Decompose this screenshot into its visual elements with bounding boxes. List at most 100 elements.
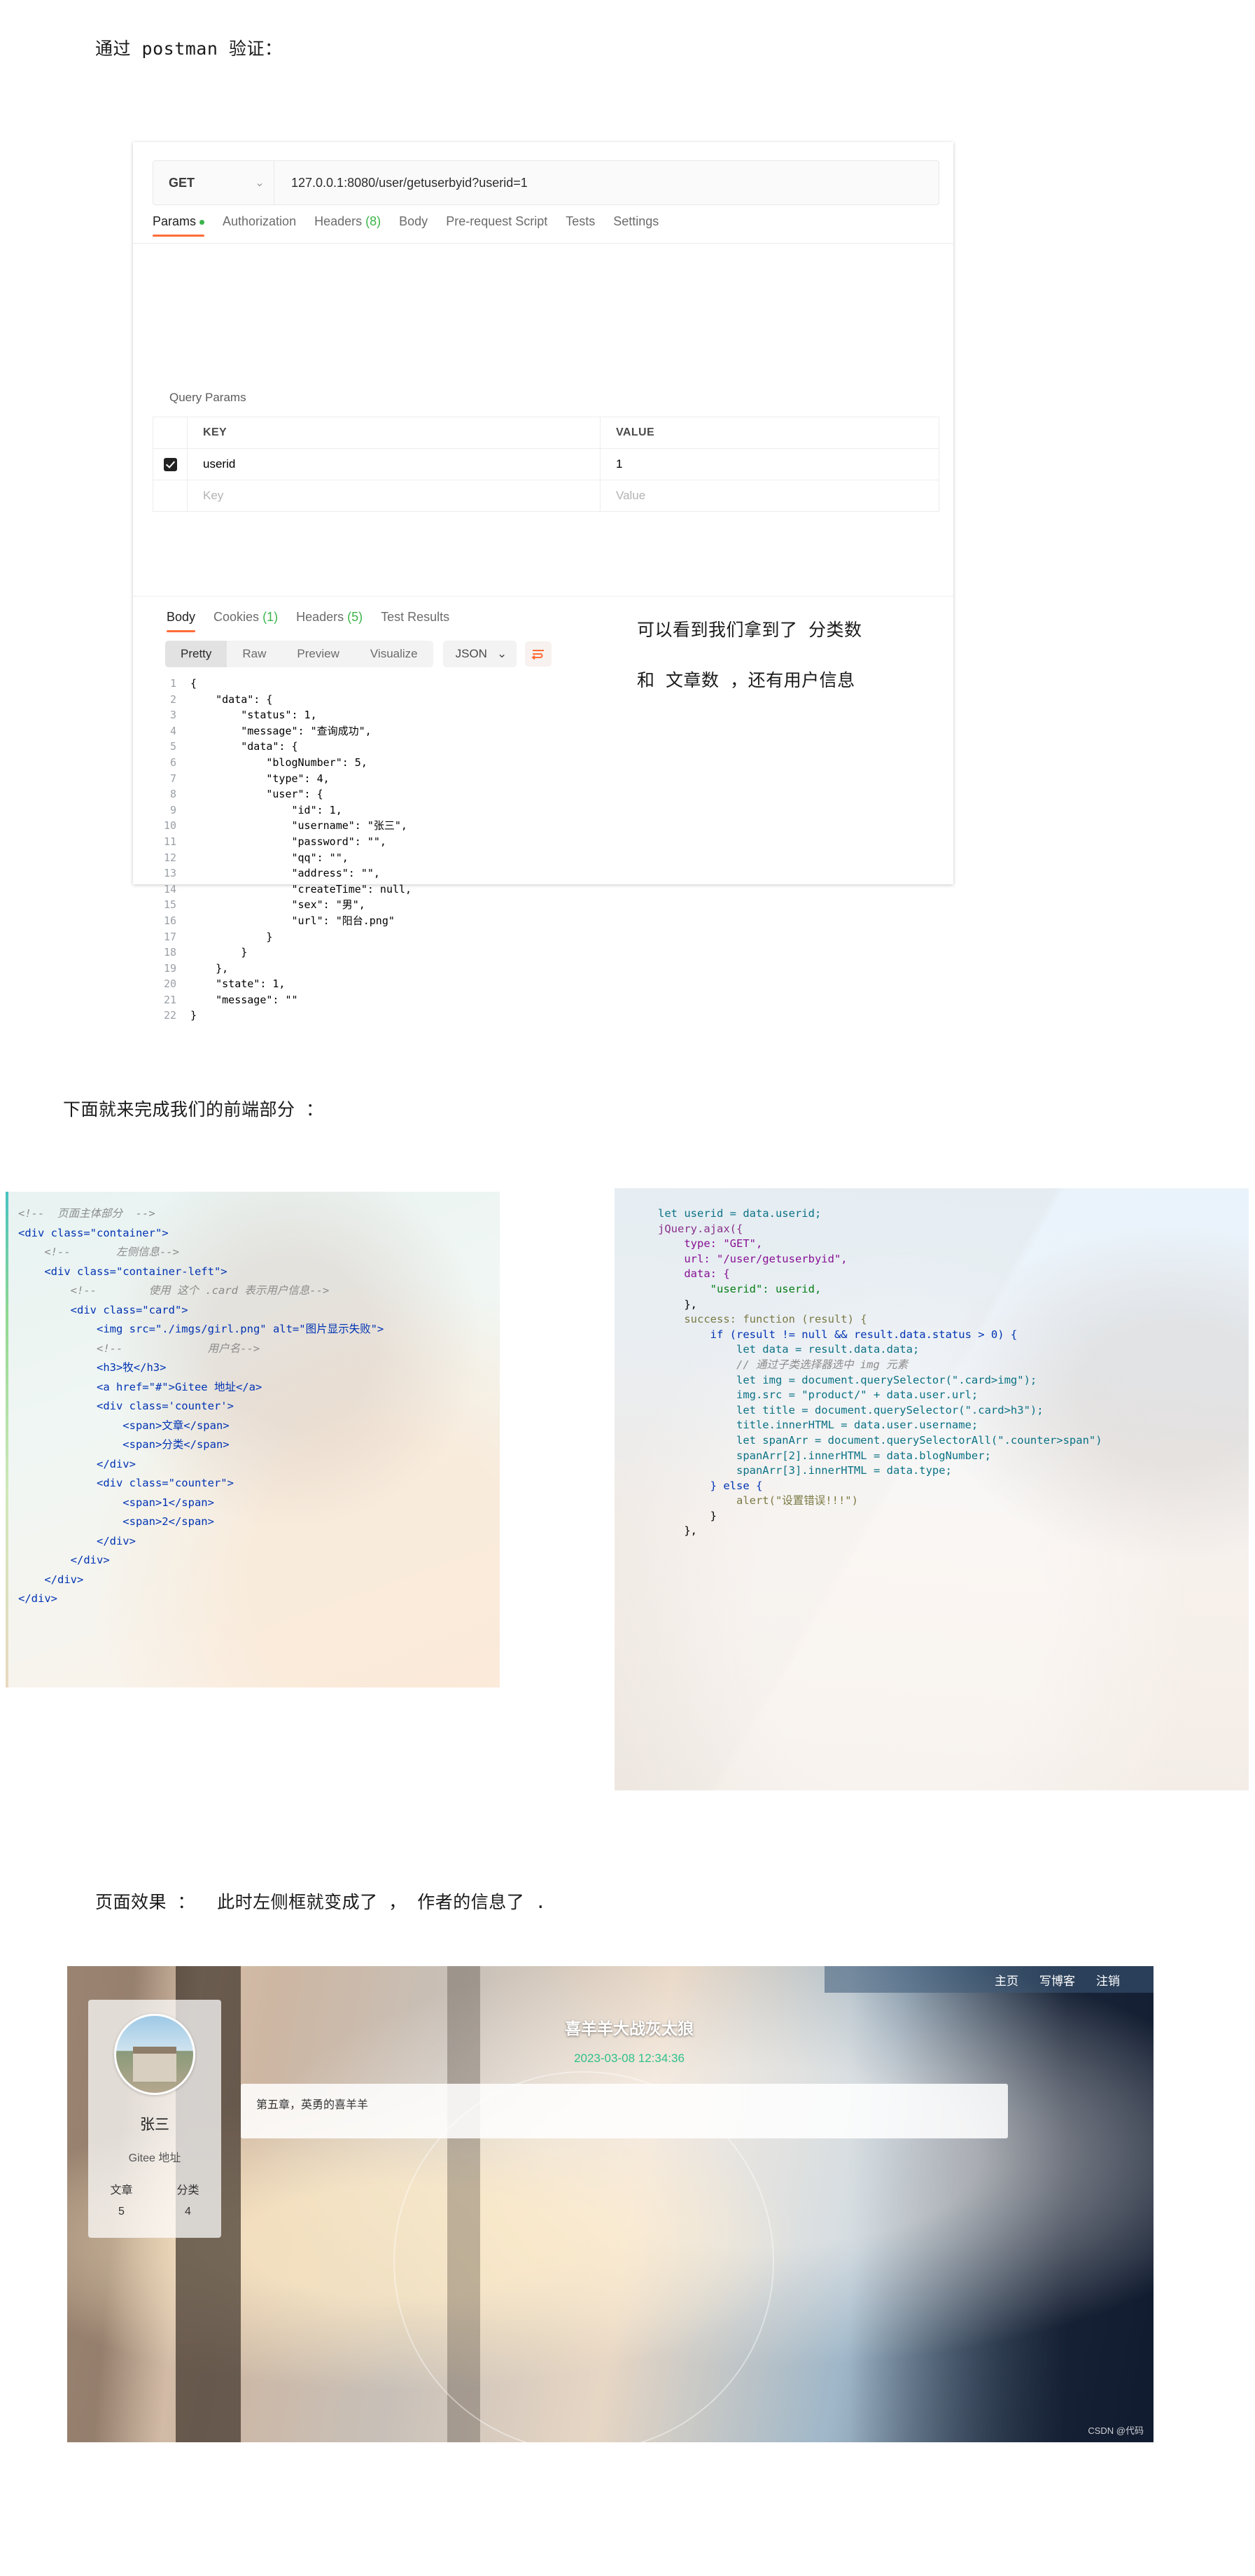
- code-line: },: [658, 1524, 697, 1538]
- annotation-line-1: 可以看到我们拿到了 分类数: [637, 620, 862, 640]
- counter-values: 5 4: [88, 2206, 221, 2218]
- counter-value-articles: 5: [118, 2206, 125, 2218]
- author-card: 张三 Gitee 地址 文章 分类 5 4: [88, 2000, 221, 2238]
- code-line: }: [190, 930, 273, 943]
- tab-settings[interactable]: Settings: [613, 214, 659, 237]
- code-line: // 通过子类选择器选中 img 元素: [658, 1358, 909, 1371]
- code-line: "address": "",: [190, 867, 380, 880]
- line-number: 16: [163, 914, 176, 927]
- counter-value-categories: 4: [185, 2206, 191, 2218]
- js-code-block: let userid = data.userid; jQuery.ajax({ …: [658, 1206, 1102, 1539]
- code-line: {: [190, 677, 197, 690]
- query-params-label: Query Params: [169, 391, 246, 404]
- tab-headers[interactable]: Headers (8): [314, 214, 381, 237]
- format-pretty-button[interactable]: Pretty: [165, 641, 227, 667]
- tab-cookies-count: (1): [262, 610, 279, 624]
- code-line: success: function (result) {: [658, 1313, 867, 1326]
- table-header-row: KEY VALUE: [153, 417, 939, 449]
- chevron-down-icon[interactable]: ⌄: [497, 647, 507, 661]
- tab-response-body[interactable]: Body: [167, 610, 196, 632]
- gitee-link[interactable]: Gitee 地址: [129, 2148, 181, 2165]
- code-line: <div class="counter">: [18, 1477, 234, 1489]
- counter-labels: 文章 分类: [88, 2180, 221, 2197]
- tab-headers-label: Headers: [314, 214, 363, 228]
- row-checkbox-cell[interactable]: [153, 480, 188, 511]
- line-number: 19: [163, 961, 176, 975]
- nav-item-home[interactable]: 主页: [995, 1971, 1018, 1989]
- tab-pre-request-script[interactable]: Pre-request Script: [446, 214, 547, 237]
- code-line: img.src = "product/" + data.user.url;: [658, 1388, 979, 1402]
- tab-test-results[interactable]: Test Results: [381, 610, 449, 632]
- line-number: 9: [169, 803, 176, 816]
- tab-body[interactable]: Body: [399, 214, 428, 237]
- request-url-bar[interactable]: GET ⌄ 127.0.0.1:8080/user/getuserbyid?us…: [153, 160, 939, 205]
- code-line: "type": 4,: [190, 772, 330, 785]
- line-number: 3: [169, 709, 176, 722]
- format-raw-button[interactable]: Raw: [227, 641, 281, 667]
- format-visualize-button[interactable]: Visualize: [355, 641, 433, 667]
- chevron-down-icon[interactable]: ⌄: [246, 176, 274, 190]
- nav-item-write-blog[interactable]: 写博客: [1039, 1971, 1075, 1989]
- watermark: CSDN @代码: [1088, 2425, 1144, 2436]
- js-code-screenshot: let userid = data.userid; jQuery.ajax({ …: [615, 1188, 1249, 1790]
- code-line: let spanArr = document.querySelectorAll(…: [658, 1433, 1102, 1447]
- param-key-input-empty[interactable]: Key: [188, 480, 601, 511]
- param-value-input[interactable]: 1: [601, 449, 939, 480]
- tab-response-cookies[interactable]: Cookies (1): [213, 610, 278, 632]
- narration-line-2: 下面就来完成我们的前端部分 ：: [63, 1099, 324, 1120]
- tab-authorization[interactable]: Authorization: [223, 214, 296, 237]
- code-line: </div>: [18, 1573, 84, 1586]
- code-line: jQuery.ajax({: [658, 1222, 743, 1235]
- code-line: type: "GET",: [658, 1237, 763, 1251]
- code-line: <div class='counter'>: [18, 1400, 234, 1412]
- code-line: "id": 1,: [190, 803, 342, 816]
- code-line: "createTime": null,: [190, 882, 412, 896]
- select-all-cell: [153, 417, 188, 448]
- table-row[interactable]: userid 1: [153, 449, 939, 480]
- http-method-label[interactable]: GET: [153, 176, 246, 190]
- line-number: 12: [163, 851, 176, 864]
- code-line: }: [658, 1509, 717, 1522]
- wrap-lines-button[interactable]: [525, 641, 552, 667]
- request-tabs[interactable]: Params Authorization Headers (8) Body Pr…: [153, 214, 659, 237]
- tab-headers-count: (8): [365, 214, 381, 228]
- nav-item-logout[interactable]: 注销: [1096, 1971, 1120, 1989]
- format-segmented-control[interactable]: Pretty Raw Preview Visualize: [165, 641, 433, 667]
- line-number: 2: [169, 692, 176, 706]
- tab-cookies-label: Cookies: [213, 610, 260, 624]
- code-line: "user": {: [190, 788, 323, 801]
- post-area: 喜羊羊大战灰太狼 2023-03-08 12:34:36 第五章，英勇的喜羊羊: [241, 2015, 1018, 2138]
- format-preview-button[interactable]: Preview: [281, 641, 354, 667]
- response-body-json: 1 { 2 "data": { 3 "status": 1, 4 "message…: [153, 676, 934, 1022]
- param-value-input-empty[interactable]: Value: [601, 480, 939, 511]
- post-title: 喜羊羊大战灰太狼: [565, 2019, 694, 2038]
- page-preview-screenshot: 主页 写博客 注销 张三 Gitee 地址 文章 分类 5 4 喜羊羊大战灰太狼…: [67, 1966, 1154, 2442]
- preview-navbar[interactable]: 主页 写博客 注销: [825, 1966, 1154, 1993]
- param-key-input[interactable]: userid: [188, 449, 601, 480]
- code-line: let data = result.data.data;: [658, 1343, 920, 1356]
- code-line: "message": "查询成功",: [190, 724, 372, 737]
- code-line: "status": 1,: [190, 709, 317, 722]
- url-input[interactable]: 127.0.0.1:8080/user/getuserbyid?userid=1: [274, 176, 939, 190]
- code-line: <img src="./imgs/girl.png" alt="图片显示失败">: [18, 1323, 384, 1335]
- table-row-empty[interactable]: Key Value: [153, 480, 939, 512]
- code-line: let title = document.querySelector(".car…: [658, 1403, 1044, 1416]
- code-line: }: [190, 946, 248, 959]
- annotation-line-2: 和 文章数 ，还有用户信息: [637, 670, 855, 690]
- code-line: data: {: [658, 1267, 730, 1281]
- code-line: "username": "张三",: [190, 819, 407, 833]
- content-type-select[interactable]: JSON ⌄: [442, 641, 517, 667]
- line-number: 4: [169, 724, 176, 737]
- tab-tests[interactable]: Tests: [566, 214, 595, 237]
- row-checkbox-cell[interactable]: [153, 449, 188, 480]
- code-line: url: "/user/getuserbyid",: [658, 1252, 848, 1265]
- unsaved-dot-icon: [199, 219, 205, 225]
- response-tabs[interactable]: Body Cookies (1) Headers (5) Test Result…: [167, 610, 449, 632]
- tab-response-headers[interactable]: Headers (5): [296, 610, 363, 632]
- tab-params[interactable]: Params: [153, 214, 205, 237]
- line-number: 21: [163, 993, 176, 1006]
- line-number: 11: [163, 835, 176, 848]
- post-date: 2023-03-08 12:34:36: [574, 2052, 685, 2065]
- code-line: spanArr[2].innerHTML = data.blogNumber;: [658, 1449, 991, 1462]
- checkbox-checked-icon[interactable]: [163, 457, 177, 471]
